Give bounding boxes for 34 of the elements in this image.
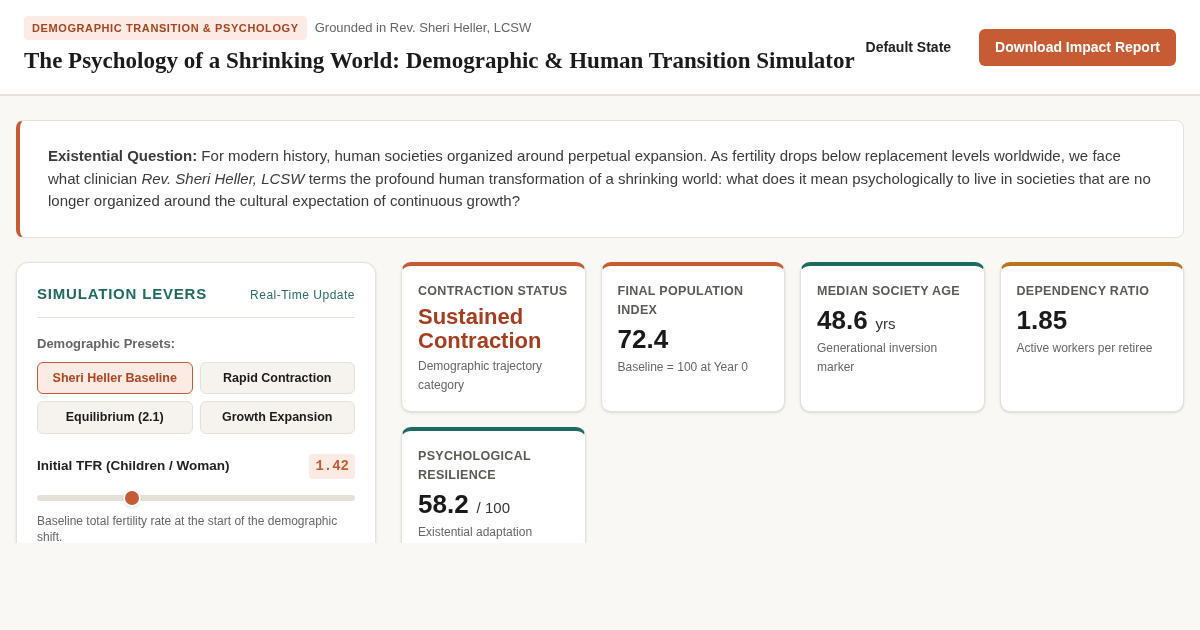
slider-reading: 1.42: [309, 454, 355, 479]
panel-title: SIMULATION LEVERS: [37, 283, 207, 304]
preset-button[interactable]: Equilibrium (2.1): [37, 401, 193, 434]
metric-note: Baseline = 100 at Year 0: [617, 358, 749, 376]
metric-value: Sustained Contraction: [418, 304, 543, 353]
metric-note: Demographic trajectory category: [418, 357, 544, 394]
question-callout: Existential Question: For modern history, human societies organized around perpetual expansion. As fertility drops below replacement levels worldwide, we face what clinician Rev. Sheri Heller, LCSW terms the profound human transformation of a shrinking world: what does it mean psychologically to live in societies that are no longer organized around the cultural expectation of continuous growth?: [16, 120, 1184, 238]
preset-button[interactable]: Rapid Contraction: [199, 361, 355, 395]
page-title: The Psychology of a Shrinking World: Demographic & Human Transition Simulator: [24, 47, 855, 75]
metric-note: Active workers per retiree: [1016, 339, 1154, 357]
metric-label: MEDIAN SOCIETY AGE: [817, 282, 961, 300]
metric-value: 58.2: [418, 488, 469, 519]
metric-value: 72.4: [617, 323, 669, 354]
metric-unit: yrs: [875, 313, 896, 334]
download-button[interactable]: Download Impact Report: [979, 28, 1176, 66]
presets-label: Demographic Presets:: [37, 335, 176, 353]
slider-hint: Baseline total fertility rate at the start of the demographic shift.: [37, 513, 339, 543]
metric-label: FINAL POPULATION INDEX: [617, 282, 745, 319]
source-text: Grounded in Rev. Sheri Heller, LCSW: [314, 19, 532, 37]
metric-unit: / 100: [476, 497, 510, 518]
reset-button[interactable]: Default State: [857, 28, 960, 66]
metric-note: Generational inversion marker: [817, 340, 939, 376]
category-tag: DEMOGRAPHIC TRANSITION & PSYCHOLOGY: [24, 15, 307, 40]
slider-label: Initial TFR (Children / Woman): [37, 457, 230, 476]
preset-button[interactable]: Sheri Heller Baseline: [37, 361, 193, 395]
metric-value: 1.85: [1016, 304, 1068, 335]
preset-button[interactable]: Growth Expansion: [199, 401, 355, 434]
metric-label: DEPENDENCY RATIO: [1016, 282, 1151, 300]
metric-value: 48.6: [817, 304, 868, 335]
metric-note: Existential adaptation: [418, 524, 534, 541]
metric-label: CONTRACTION STATUS: [418, 282, 569, 300]
update-label: Real-Time Update: [250, 286, 355, 304]
metric-label: PSYCHOLOGICAL RESILIENCE: [418, 447, 532, 484]
slider-thumb[interactable]: [123, 489, 142, 507]
